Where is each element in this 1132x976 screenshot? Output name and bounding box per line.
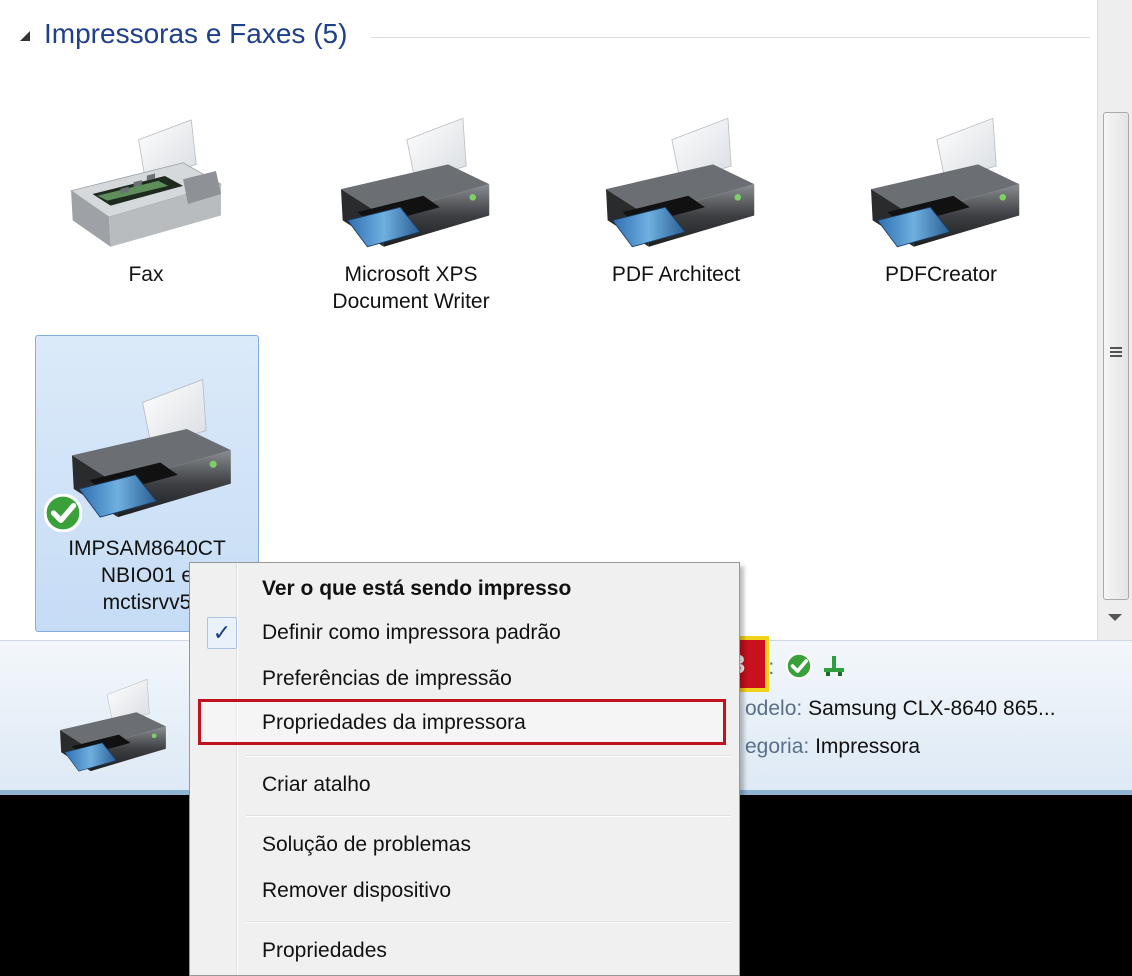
fax-icon [70,119,222,248]
printer-icon [59,679,167,772]
menu-item-ver-impressao[interactable]: Ver o que está sendo impresso [262,575,571,603]
scrollbar-thumb[interactable] [1103,112,1129,600]
detail-value: Samsung CLX-8640 865... [808,697,1056,720]
device-microsoft-xps[interactable]: Microsoft XPS Document Writer [300,115,522,315]
printer-icon [340,117,490,248]
group-header[interactable]: Impressoras e Faxes (5) [20,14,1090,54]
device-label-line: IMPSAM8640CT [68,537,226,560]
default-check-icon [44,494,82,532]
menu-item-preferencias[interactable]: Preferências de impressão [262,665,512,693]
default-check-icon [784,651,814,681]
detail-key: odelo: [745,697,803,720]
menu-item-solucao-problemas[interactable]: Solução de problemas [262,831,471,859]
device-fax[interactable]: Fax [35,115,257,288]
vertical-scrollbar[interactable] [1097,0,1132,640]
device-pdfcreator[interactable]: PDFCreator [830,115,1052,288]
context-menu: Ver o que está sendo impresso ✓ Definir … [189,562,740,976]
detail-category: egoria: Impressora [745,735,920,759]
device-label-line: Document Writer [332,290,490,313]
detail-key: egoria: [745,735,810,758]
printer-icon [870,117,1020,248]
group-title: Impressoras e Faxes (5) [44,18,348,49]
menu-item-definir-padrao[interactable]: Definir como impressora padrão [262,619,561,647]
menu-item-remover-dispositivo[interactable]: Remover dispositivo [262,877,451,905]
network-icon [823,656,844,676]
device-label: PDFCreator [884,263,998,286]
menu-item-propriedades[interactable]: Propriedades [262,937,387,965]
menu-item-propriedades-impressora[interactable]: Propriedades da impressora [262,709,526,737]
device-label: Microsoft XPS Document Writer [300,261,522,315]
scroll-down-arrow-icon[interactable] [1108,614,1122,621]
menu-item-criar-atalho[interactable]: Criar atalho [262,771,371,799]
device-label-line: mctisrvv5 [102,591,192,614]
menu-separator [246,815,731,817]
collapse-arrow-icon[interactable] [20,31,30,41]
device-label: PDF Architect [611,263,741,286]
device-label-line: Microsoft XPS [344,263,478,286]
check-icon: ✓ [207,617,237,649]
device-label-line: NBIO01 e [100,564,194,587]
menu-separator [246,921,731,923]
device-pdf-architect[interactable]: PDF Architect [565,115,787,288]
detail-value: Impressora [815,735,921,758]
printer-icon [605,117,755,248]
menu-separator [246,755,731,757]
detail-model: odelo: Samsung CLX-8640 865... [745,697,1056,721]
group-divider [371,36,1090,38]
grip-icon [1110,347,1122,357]
device-label: Fax [128,263,164,286]
